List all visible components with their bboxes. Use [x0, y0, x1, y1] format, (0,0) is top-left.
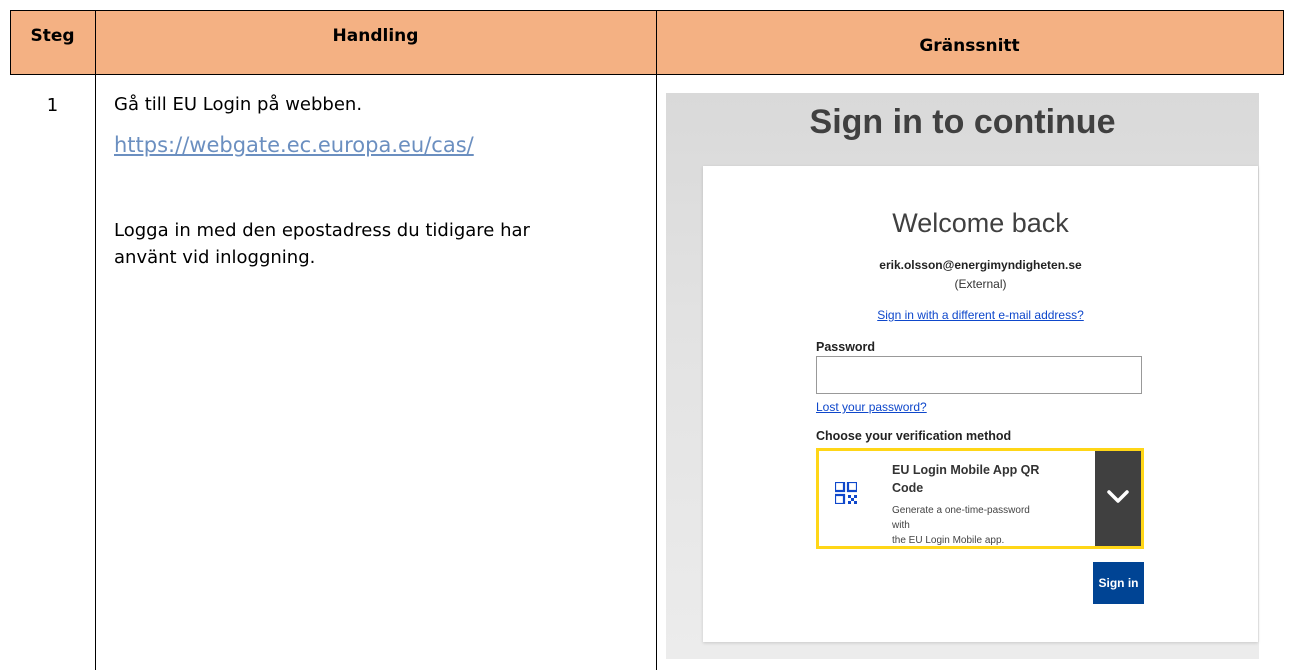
sign-in-button[interactable]: Sign in: [1093, 562, 1144, 604]
method-desc-line-2: the EU Login Mobile app.: [892, 535, 1005, 546]
table-border-right: [1283, 10, 1284, 74]
password-label: Password: [816, 340, 876, 354]
user-type: (External): [954, 277, 1007, 291]
signin-card: Welcome back erik.olsson@energimyndighet…: [703, 166, 1258, 642]
action-text-1: Gå till EU Login på webben.: [114, 94, 363, 115]
instruction-table: Steg Handling Gränssnitt 1 Gå till EU Lo…: [0, 0, 1294, 670]
method-title: EU Login Mobile App QR Code: [892, 461, 1039, 497]
action-text-2: Logga in med den epostadress du tidigare…: [114, 220, 530, 241]
lost-password-link[interactable]: Lost your password?: [816, 400, 927, 414]
method-desc-line-1: Generate a one-time-password with: [892, 505, 1030, 531]
column-divider-1: [95, 10, 96, 670]
user-email: erik.olsson@energimyndigheten.se: [879, 258, 1082, 272]
header-interface: Gränssnitt: [919, 36, 1020, 56]
header-step: Steg: [30, 26, 75, 46]
method-description: Generate a one-time-password with the EU…: [892, 503, 1030, 548]
method-title-line-2: Code: [892, 481, 924, 495]
method-title-line-1: EU Login Mobile App QR: [892, 463, 1040, 477]
different-email-link[interactable]: Sign in with a different e-mail address?: [703, 308, 1258, 322]
chevron-down-icon: [1107, 490, 1129, 503]
signin-title: Sign in to continue: [809, 103, 1116, 141]
verification-method-select[interactable]: EU Login Mobile App QR Code Generate a o…: [816, 448, 1144, 549]
welcome-heading: Welcome back: [892, 208, 1069, 238]
table-header-divider: [10, 74, 1284, 75]
verification-method-label: Choose your verification method: [816, 429, 1012, 443]
eu-login-link[interactable]: https://webgate.ec.europa.eu/cas/: [114, 132, 474, 159]
column-divider-2: [656, 10, 657, 670]
header-action: Handling: [332, 26, 419, 46]
qr-code-icon: [835, 482, 857, 504]
method-expand-button[interactable]: [1095, 451, 1141, 546]
password-input[interactable]: [816, 356, 1142, 394]
action-text-3: använt vid inloggning.: [114, 247, 316, 268]
step-number: 1: [46, 95, 59, 116]
table-border-top: [10, 10, 1284, 11]
eu-login-screenshot: Sign in to continue Welcome back erik.ol…: [666, 93, 1259, 659]
